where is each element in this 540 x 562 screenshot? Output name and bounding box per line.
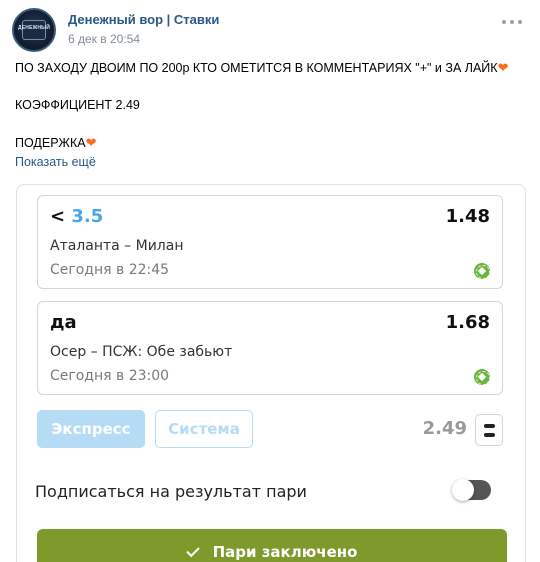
bet-odds: 1.48 (445, 206, 490, 227)
post-line-2: КОЭФФИЦИЕНТ 2.49 (15, 97, 140, 113)
bet-time: Сегодня в 23:00 (50, 368, 170, 384)
post-line-1-text: ПО ЗАХОДУ ДВОИМ ПО 200р КТО ОМЕТИТСЯ В К… (15, 61, 498, 75)
bet-card[interactable]: < 3.5 1.48 Аталанта – Милан Сегодня в 22… (37, 195, 503, 289)
post-line-3: ПОДЕРЖКА❤ (15, 135, 97, 151)
bet-time: Сегодня в 22:45 (50, 262, 170, 278)
post-author-link[interactable]: Денежный вор | Ставки (68, 12, 219, 27)
bet-match: Аталанта – Милан (50, 238, 184, 254)
post-date[interactable]: 6 дек в 20:54 (68, 32, 140, 46)
express-button[interactable]: Экспресс (37, 410, 145, 448)
subscribe-toggle[interactable] (452, 479, 491, 501)
system-button[interactable]: Система (155, 410, 253, 448)
bet-odds: 1.68 (445, 312, 490, 333)
more-options-icon[interactable] (502, 20, 522, 26)
heart-emoji-icon: ❤ (497, 60, 509, 75)
bet-match: Осер – ПСЖ: Обе забьют (50, 344, 233, 360)
toggle-knob (452, 479, 474, 501)
bet-widget: < 3.5 1.48 Аталанта – Милан Сегодня в 22… (16, 184, 526, 562)
bet-pick: да (50, 312, 77, 333)
post-line-1: ПО ЗАХОДУ ДВОИМ ПО 200р КТО ОМЕТИТСЯ В К… (15, 60, 508, 76)
post-line-2-text: КОЭФФИЦИЕНТ 2.49 (15, 98, 140, 112)
bet-confirmed-button[interactable]: Пари заключено (37, 529, 507, 562)
bet-pick-prefix: < (50, 206, 66, 227)
bet-pick-value: 3.5 (71, 206, 104, 227)
football-icon (474, 263, 490, 279)
bet-card[interactable]: да 1.68 Осер – ПСЖ: Обе забьют Сегодня в… (37, 301, 503, 395)
bet-pick: < 3.5 (50, 206, 103, 227)
post-header: ДЕНЕЖНЫЙ Денежный вор | Ставки 6 дек в 2… (12, 8, 528, 52)
show-more-link[interactable]: Показать ещё (15, 155, 96, 169)
avatar-logo-text: ДЕНЕЖНЫЙ (17, 25, 51, 31)
bet-pick-prefix: да (50, 312, 77, 333)
confirm-label: Пари заключено (212, 543, 358, 561)
group-avatar[interactable]: ДЕНЕЖНЫЙ (12, 8, 56, 52)
checkmark-icon (185, 543, 200, 558)
subscribe-label: Подписаться на результат пари (35, 482, 307, 501)
toggle-settings-icon[interactable] (475, 414, 503, 446)
football-icon (474, 369, 490, 385)
heart-emoji-icon: ❤ (85, 135, 97, 150)
bet-mode-row: Экспресс Система 2.49 (37, 410, 503, 450)
total-odds: 2.49 (422, 418, 467, 439)
post-line-3-text: ПОДЕРЖКА (15, 136, 86, 150)
